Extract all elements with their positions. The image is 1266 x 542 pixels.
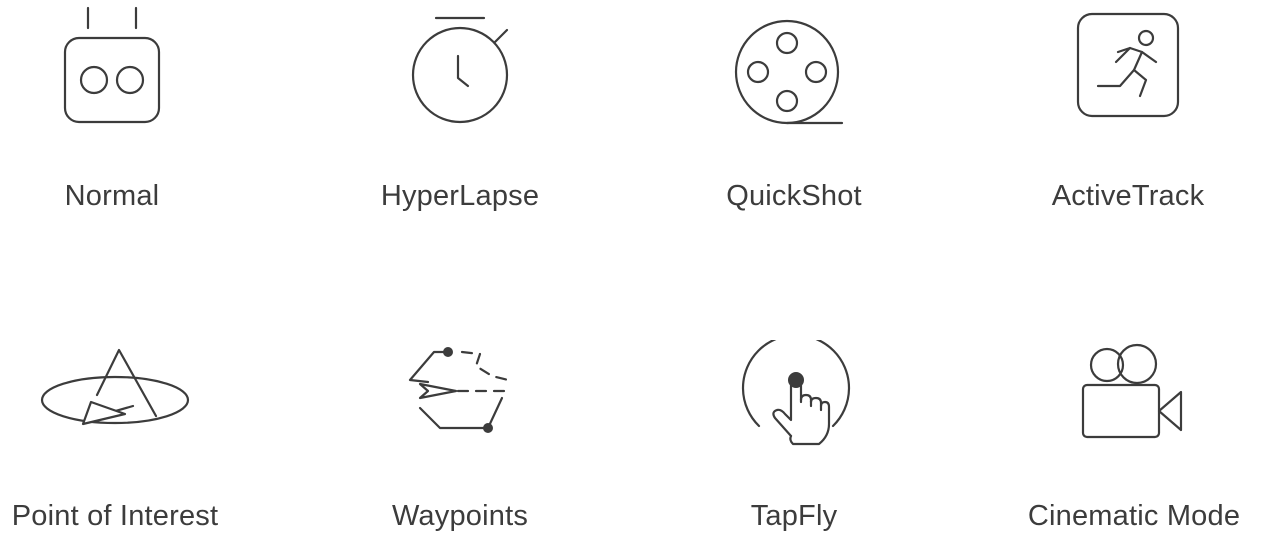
movie-camera-icon (984, 340, 1266, 470)
remote-controller-icon (0, 0, 262, 130)
mode-label: ActiveTrack (1051, 180, 1205, 212)
mode-label: Cinematic Mode (1027, 500, 1241, 532)
mode-label: HyperLapse (380, 180, 540, 212)
tap-finger-icon (644, 340, 944, 470)
orbit-icon (0, 340, 265, 470)
mode-label: Normal (64, 180, 160, 212)
waypoints-path-icon (310, 340, 610, 470)
mode-label: QuickShot (726, 180, 862, 212)
running-person-icon (978, 0, 1266, 130)
mode-label: Point of Interest (11, 500, 219, 532)
film-reel-icon (644, 0, 944, 130)
mode-label: Waypoints (391, 500, 529, 532)
stopwatch-icon (310, 0, 610, 130)
mode-label: TapFly (750, 500, 838, 532)
